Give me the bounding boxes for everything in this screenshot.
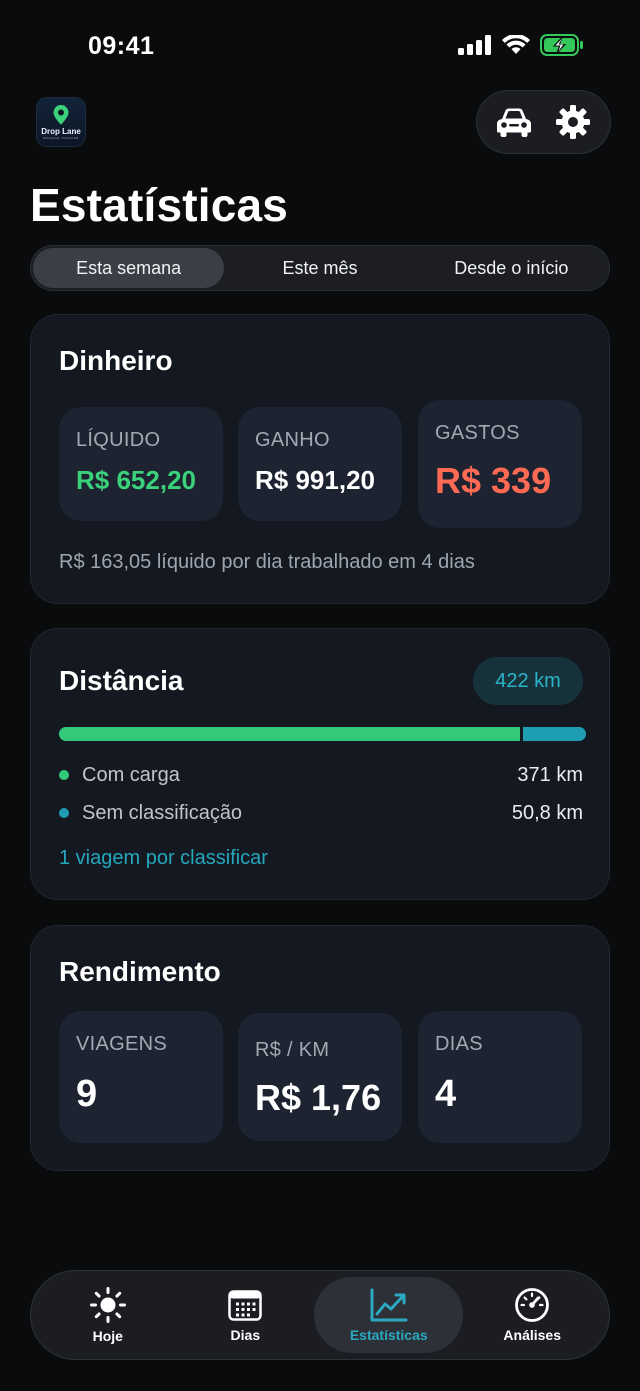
performance-card-title: Rendimento bbox=[59, 956, 221, 987]
calendar-icon bbox=[228, 1290, 263, 1321]
tab-hoje-label: Hoje bbox=[92, 1328, 123, 1344]
loaded-label: Com carga bbox=[82, 763, 180, 786]
earned-stat: GANHO R$ 991,20 bbox=[238, 407, 402, 521]
tab-estatisticas[interactable]: Estatísticas bbox=[314, 1277, 464, 1353]
per-km-value: R$ 1,76 bbox=[255, 1077, 382, 1118]
days-stat: DIAS 4 bbox=[418, 1011, 582, 1143]
bottom-tab-bar: Hoje Dias Estatísticas Análises bbox=[30, 1270, 610, 1360]
settings-button[interactable] bbox=[548, 97, 598, 147]
performance-card: Rendimento VIAGENS 9 R$ / KM R$ 1,76 DIA… bbox=[30, 925, 610, 1171]
tab-hoje[interactable]: Hoje bbox=[39, 1277, 177, 1353]
tab-estatisticas-label: Estatísticas bbox=[349, 1327, 428, 1343]
days-value: 4 bbox=[435, 1073, 457, 1115]
tab-analises-label: Análises bbox=[503, 1327, 561, 1343]
tab-dias[interactable]: Dias bbox=[177, 1277, 315, 1353]
distance-card-title: Distância bbox=[59, 665, 184, 696]
classify-trips-link[interactable]: 1 viagem por classificar bbox=[59, 847, 268, 870]
status-bar: 09:41 bbox=[0, 0, 640, 95]
battery-charging-icon bbox=[540, 34, 583, 56]
net-label: LÍQUIDO bbox=[76, 429, 161, 451]
tab-este-mes[interactable]: Este mês bbox=[224, 248, 415, 288]
money-card: Dinheiro LÍQUIDO R$ 652,20 GANHO R$ 991,… bbox=[30, 314, 610, 604]
loaded-distance-segment bbox=[59, 727, 520, 741]
net-stat: LÍQUIDO R$ 652,20 bbox=[59, 407, 223, 521]
money-card-title: Dinheiro bbox=[59, 345, 173, 376]
car-icon bbox=[497, 108, 532, 137]
page-title: Estatísticas bbox=[30, 179, 289, 231]
gear-icon bbox=[555, 105, 590, 139]
expenses-stat: GASTOS R$ 339 bbox=[418, 400, 582, 528]
legend-loaded: Com carga 371 km bbox=[59, 762, 583, 788]
distance-card: Distância 422 km Com carga 371 km Sem cl… bbox=[30, 628, 610, 900]
tab-esta-semana[interactable]: Esta semana bbox=[33, 248, 225, 288]
status-time: 09:41 bbox=[88, 32, 155, 60]
trips-stat: VIAGENS 9 bbox=[59, 1011, 223, 1143]
legend-unclassified: Sem classificação 50,8 km bbox=[59, 800, 583, 826]
logo-text: Drop Lane bbox=[41, 127, 81, 136]
logo-subtitle: MILEAGE TRACKER bbox=[43, 136, 79, 140]
trips-label: VIAGENS bbox=[76, 1033, 168, 1055]
status-icons bbox=[458, 34, 584, 56]
days-label: DIAS bbox=[435, 1033, 483, 1055]
map-pin-icon bbox=[53, 105, 69, 125]
total-km-badge: 422 km bbox=[473, 657, 583, 705]
header-actions bbox=[476, 90, 611, 154]
green-dot-icon bbox=[59, 770, 69, 780]
speedometer-icon bbox=[515, 1288, 550, 1322]
app-logo: Drop Lane MILEAGE TRACKER bbox=[36, 97, 86, 147]
sun-icon bbox=[89, 1287, 126, 1323]
teal-dot-icon bbox=[59, 808, 69, 818]
vehicle-button[interactable] bbox=[489, 97, 539, 147]
expenses-label: GASTOS bbox=[435, 422, 520, 444]
trips-value: 9 bbox=[76, 1073, 98, 1115]
chart-icon bbox=[370, 1288, 408, 1322]
loaded-value: 371 km bbox=[517, 763, 583, 786]
tab-dias-label: Dias bbox=[230, 1327, 261, 1343]
net-value: R$ 652,20 bbox=[76, 465, 196, 495]
earned-value: R$ 991,20 bbox=[255, 465, 375, 495]
unclassified-distance-segment bbox=[523, 727, 586, 741]
per-km-label: R$ / KM bbox=[255, 1039, 330, 1061]
wifi-icon bbox=[502, 35, 530, 54]
cellular-signal-icon bbox=[458, 35, 491, 55]
tab-desde-o-inicio[interactable]: Desde o início bbox=[416, 248, 607, 288]
unclassified-label: Sem classificação bbox=[82, 801, 243, 824]
unclassified-value: 50,8 km bbox=[511, 801, 583, 824]
per-km-stat: R$ / KM R$ 1,76 bbox=[238, 1013, 402, 1141]
expenses-value: R$ 339 bbox=[435, 460, 552, 501]
tab-analises[interactable]: Análises bbox=[463, 1277, 601, 1353]
money-note: R$ 163,05 líquido por dia trabalhado em … bbox=[59, 551, 475, 573]
earned-label: GANHO bbox=[255, 429, 330, 451]
distance-bar bbox=[59, 727, 586, 741]
period-segmented-control: Esta semana Este mês Desde o início bbox=[30, 245, 610, 291]
